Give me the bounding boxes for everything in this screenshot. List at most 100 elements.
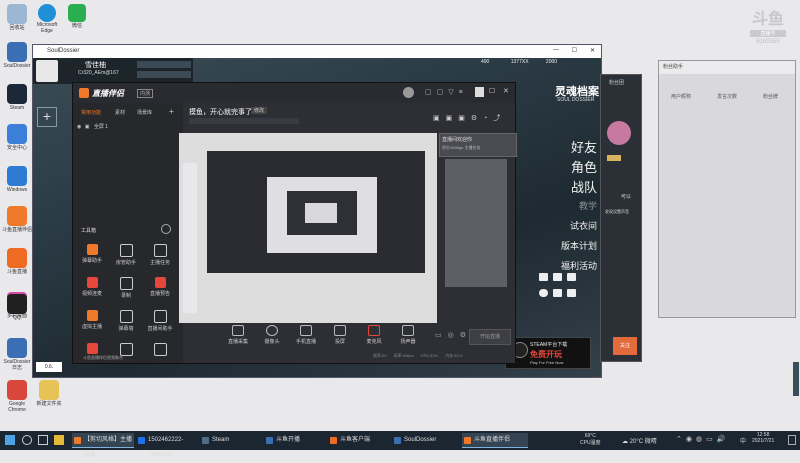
tool-danmu[interactable]: 弹幕助手 [77,244,107,264]
users-icon[interactable] [539,289,548,297]
toolbox-settings-icon[interactable] [161,224,171,234]
nav-friends[interactable]: 好友 [571,137,597,156]
taskbar-item[interactable]: 斗鱼客户端 [328,433,390,448]
taskbar-item[interactable]: 斗鱼直播伴侣 [462,433,528,448]
add-icon[interactable]: + [169,107,174,116]
status-item: 码率:0kbps [393,353,414,358]
desktop-icon-wechat[interactable]: 微信 [66,4,88,29]
nav-welfare[interactable]: 福利活动 [561,259,597,272]
tool-more[interactable] [145,343,175,358]
tool-record[interactable]: 录制 [111,277,141,299]
currency-bar: 490 1377XX 2000 [481,59,557,65]
task-view-icon[interactable] [38,435,48,445]
desktop-icon[interactable]: Google Chrome [2,380,32,413]
taskbar-item[interactable]: Steam [200,433,262,448]
tab-scene-library[interactable]: 场景库 [137,109,152,116]
edge-handle[interactable] [793,362,799,396]
titlebar-icon-row[interactable]: ▢▢▽≡ [425,88,468,96]
desktop-icon-edge[interactable]: Microsoft Edge [36,4,58,34]
brand-name: 直播伴侣 [92,89,124,98]
input-language[interactable]: 中 [740,436,746,445]
main-toolbar-icons[interactable]: ▣▣▣⚙◔⤴ [433,113,506,123]
taskbar-item[interactable]: 斗鱼开播 [264,433,326,448]
nav-tutorial[interactable]: 教学 [579,199,597,212]
control-camera[interactable]: 摄像头 [259,325,285,345]
tool-video-link[interactable]: 视频连麦 [77,277,107,297]
desktop-icon-label: 回收站 [9,25,25,31]
desktop-icon[interactable]: 回收站 [2,4,32,31]
desktop-icon[interactable]: Steam [2,84,32,111]
taskbar-item[interactable]: 1502462222-YM6WW... [136,433,198,458]
window-title: SoulDossier [47,48,80,54]
control-phone[interactable]: 手机直播 [293,325,319,345]
start-icon[interactable] [5,435,15,445]
soul-logo-sub: SOUL DOSSIER [557,97,595,103]
clock[interactable]: 12:58 2021/7/21 [752,432,774,444]
minimize-icon[interactable] [475,87,484,97]
gift-icon[interactable] [567,273,576,281]
app-icon [266,437,273,444]
badge [607,155,621,161]
notification-icon[interactable] [788,435,796,445]
trophy-icon[interactable] [553,289,562,297]
control-microphone[interactable]: 麦克风 [361,325,387,345]
taskbar-item[interactable]: SoulDossier [392,433,454,448]
stream-preview[interactable] [179,133,437,323]
desktop-icon[interactable]: 安全中心 [2,124,32,151]
tool-danmu-wall[interactable]: 弹幕墙 [111,310,141,332]
close-icon[interactable]: ✕ [590,47,595,54]
steam-promo-banner[interactable]: STEAM平台下载 免费开玩 Play For Free Now [505,337,591,369]
avatar[interactable] [36,60,58,82]
tool-virtual[interactable]: 虚拟主播 [77,310,107,330]
nav-wardrobe[interactable]: 试衣间 [570,219,597,232]
weather-widget[interactable]: ☁ 20°C 微晴 [622,436,657,445]
nav-role[interactable]: 角色 [571,157,597,176]
control-capture[interactable]: 直播采集 [225,325,251,345]
desktop-icon[interactable]: Windows [2,166,32,193]
quick-icon-grid [539,273,589,305]
minimize-icon[interactable]: — [553,47,559,53]
close-icon[interactable]: ✕ [503,87,509,95]
tool-task[interactable]: 主播任务 [145,244,175,266]
add-icon[interactable]: + [37,107,57,127]
maximize-icon[interactable]: ☐ [489,87,495,95]
desktop-icon[interactable]: 斗鱼直播 [2,248,32,275]
edit-title-button[interactable]: 修改 [251,107,268,114]
control-cast[interactable]: 投屏 [327,325,353,345]
steam-promo-label: STEAM平台下载 [530,342,568,348]
nav-version-plan[interactable]: 版本计划 [561,239,597,252]
tool-preview[interactable]: 直播预告 [145,277,175,297]
settings-icon[interactable] [567,289,576,297]
user-avatar[interactable] [403,87,414,98]
control-speaker[interactable]: 扬声器 [395,325,421,345]
tab-common[interactable]: 常用功能 [81,109,101,116]
desktop-icon[interactable]: 新建文件夹 [34,380,64,407]
nav-team[interactable]: 战队 [571,177,597,196]
extra-control-icons[interactable]: ▭◎⚙ [435,331,472,339]
maximize-icon[interactable]: ☐ [572,47,577,54]
scene-item[interactable]: ◉ ▣ 全屏 1 [77,123,108,130]
desktop-icon-label: 安全中心 [6,145,27,151]
side-avatar[interactable] [607,121,631,145]
taskbar-item[interactable]: 【剪切风格】主播形象... [72,433,134,458]
follow-button[interactable]: 关注 [613,337,637,355]
tray-icons[interactable]: ⌃◉◍▭🔊 [676,435,729,443]
desktop-icon[interactable]: SoulDossier日志 [2,338,32,371]
desktop-icon[interactable]: SoulDossier [2,42,32,69]
tool-fangguan[interactable]: 房管助手 [111,244,141,266]
tool-room-helper[interactable]: 直播间助手 [145,310,175,332]
tab-material[interactable]: 素材 [115,109,125,116]
desktop-icon[interactable]: QQ [2,294,32,321]
start-live-button[interactable]: 开始直播 [469,329,511,345]
app-icon [7,166,27,186]
app-icon [7,248,27,268]
lock-icon[interactable]: ▣ [85,124,90,130]
cpu-temp-widget[interactable]: 69°C CPU温度 [580,433,601,446]
desktop-icon[interactable]: 斗鱼直播伴侣 [2,206,32,233]
shop-icon[interactable] [539,273,548,281]
eye-icon[interactable]: ◉ [77,124,81,130]
mail-icon[interactable] [553,273,562,281]
nested-desktop-icons [183,163,197,313]
file-explorer-icon[interactable] [54,435,64,445]
search-icon[interactable] [22,435,32,445]
